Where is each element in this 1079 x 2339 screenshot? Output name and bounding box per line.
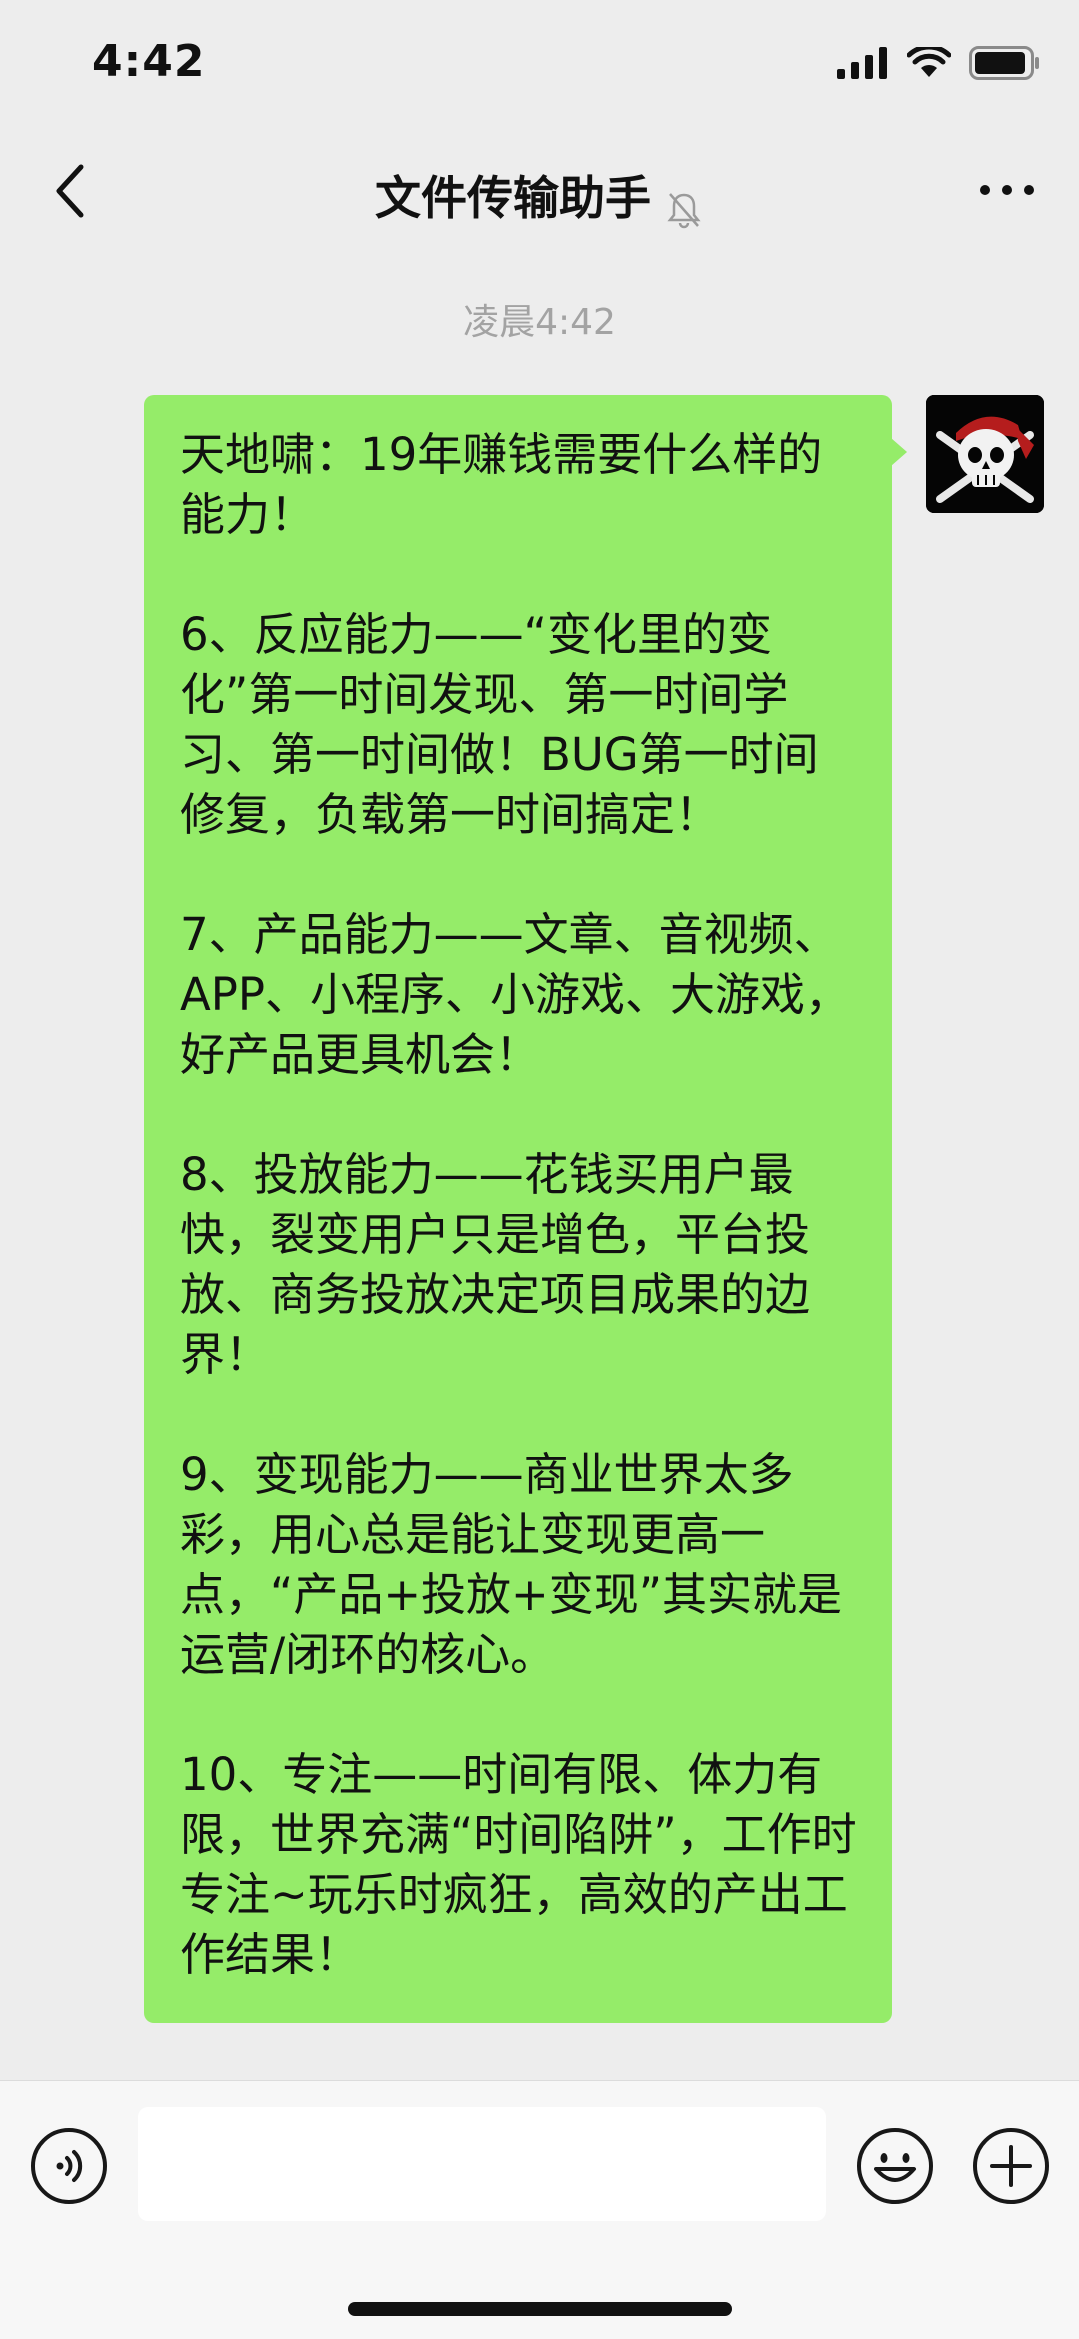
message-bubble[interactable]: 天地啸：19年赚钱需要什么样的能力！ 6、反应能力——“变化里的变化”第一时间发… — [144, 395, 892, 2023]
voice-input-button[interactable] — [30, 2127, 108, 2205]
message-paragraph: 8、投放能力——花钱买用户最快，裂变用户只是增色，平台投放、商务投放决定项目成果… — [180, 1148, 811, 1381]
chat-title: 文件传输助手 — [374, 171, 651, 225]
nav-title-wrap: 文件传输助手 — [0, 162, 1079, 230]
message-timestamp: 凌晨4:42 — [463, 302, 616, 343]
message-input[interactable] — [138, 2107, 826, 2221]
home-indicator[interactable] — [348, 2302, 732, 2316]
message-paragraph: 6、反应能力——“变化里的变化”第一时间发现、第一时间学习、第一时间做！BUG第… — [180, 608, 819, 841]
message-paragraph: 10、专注——时间有限、体力有限，世界充满“时间陷阱”，工作时专注~玩乐时疯狂，… — [180, 1748, 857, 1981]
user-avatar[interactable] — [926, 395, 1044, 513]
plus-circle-icon — [973, 2128, 1049, 2204]
more-dots-icon — [980, 185, 1034, 195]
wifi-icon — [907, 47, 951, 77]
message-paragraph: 9、变现能力——商业世界太多彩，用心总是能让变现更高一点，“产品+投放+变现”其… — [180, 1448, 843, 1681]
more-actions-button[interactable] — [972, 2127, 1050, 2205]
bubble-tail — [891, 438, 907, 466]
mute-bell-icon — [667, 192, 701, 228]
smiley-face-icon — [857, 2128, 933, 2204]
nav-bar: 文件传输助手 — [0, 130, 1079, 250]
status-bar: 4:42 — [0, 0, 1079, 130]
input-bar — [0, 2080, 1079, 2339]
more-options-button[interactable] — [971, 160, 1043, 220]
status-icons — [837, 46, 1041, 80]
message-paragraph: 7、产品能力——文章、音视频、APP、小程序、小游戏、大游戏，好产品更具机会！ — [180, 908, 851, 1081]
status-time: 4:42 — [92, 36, 206, 87]
cellular-signal-icon — [837, 47, 887, 79]
voice-icon — [31, 2128, 107, 2204]
battery-icon — [969, 46, 1039, 80]
emoji-button[interactable] — [856, 2127, 934, 2205]
message-paragraph: 天地啸：19年赚钱需要什么样的能力！ — [180, 428, 823, 541]
pirate-skull-icon — [926, 395, 1044, 513]
